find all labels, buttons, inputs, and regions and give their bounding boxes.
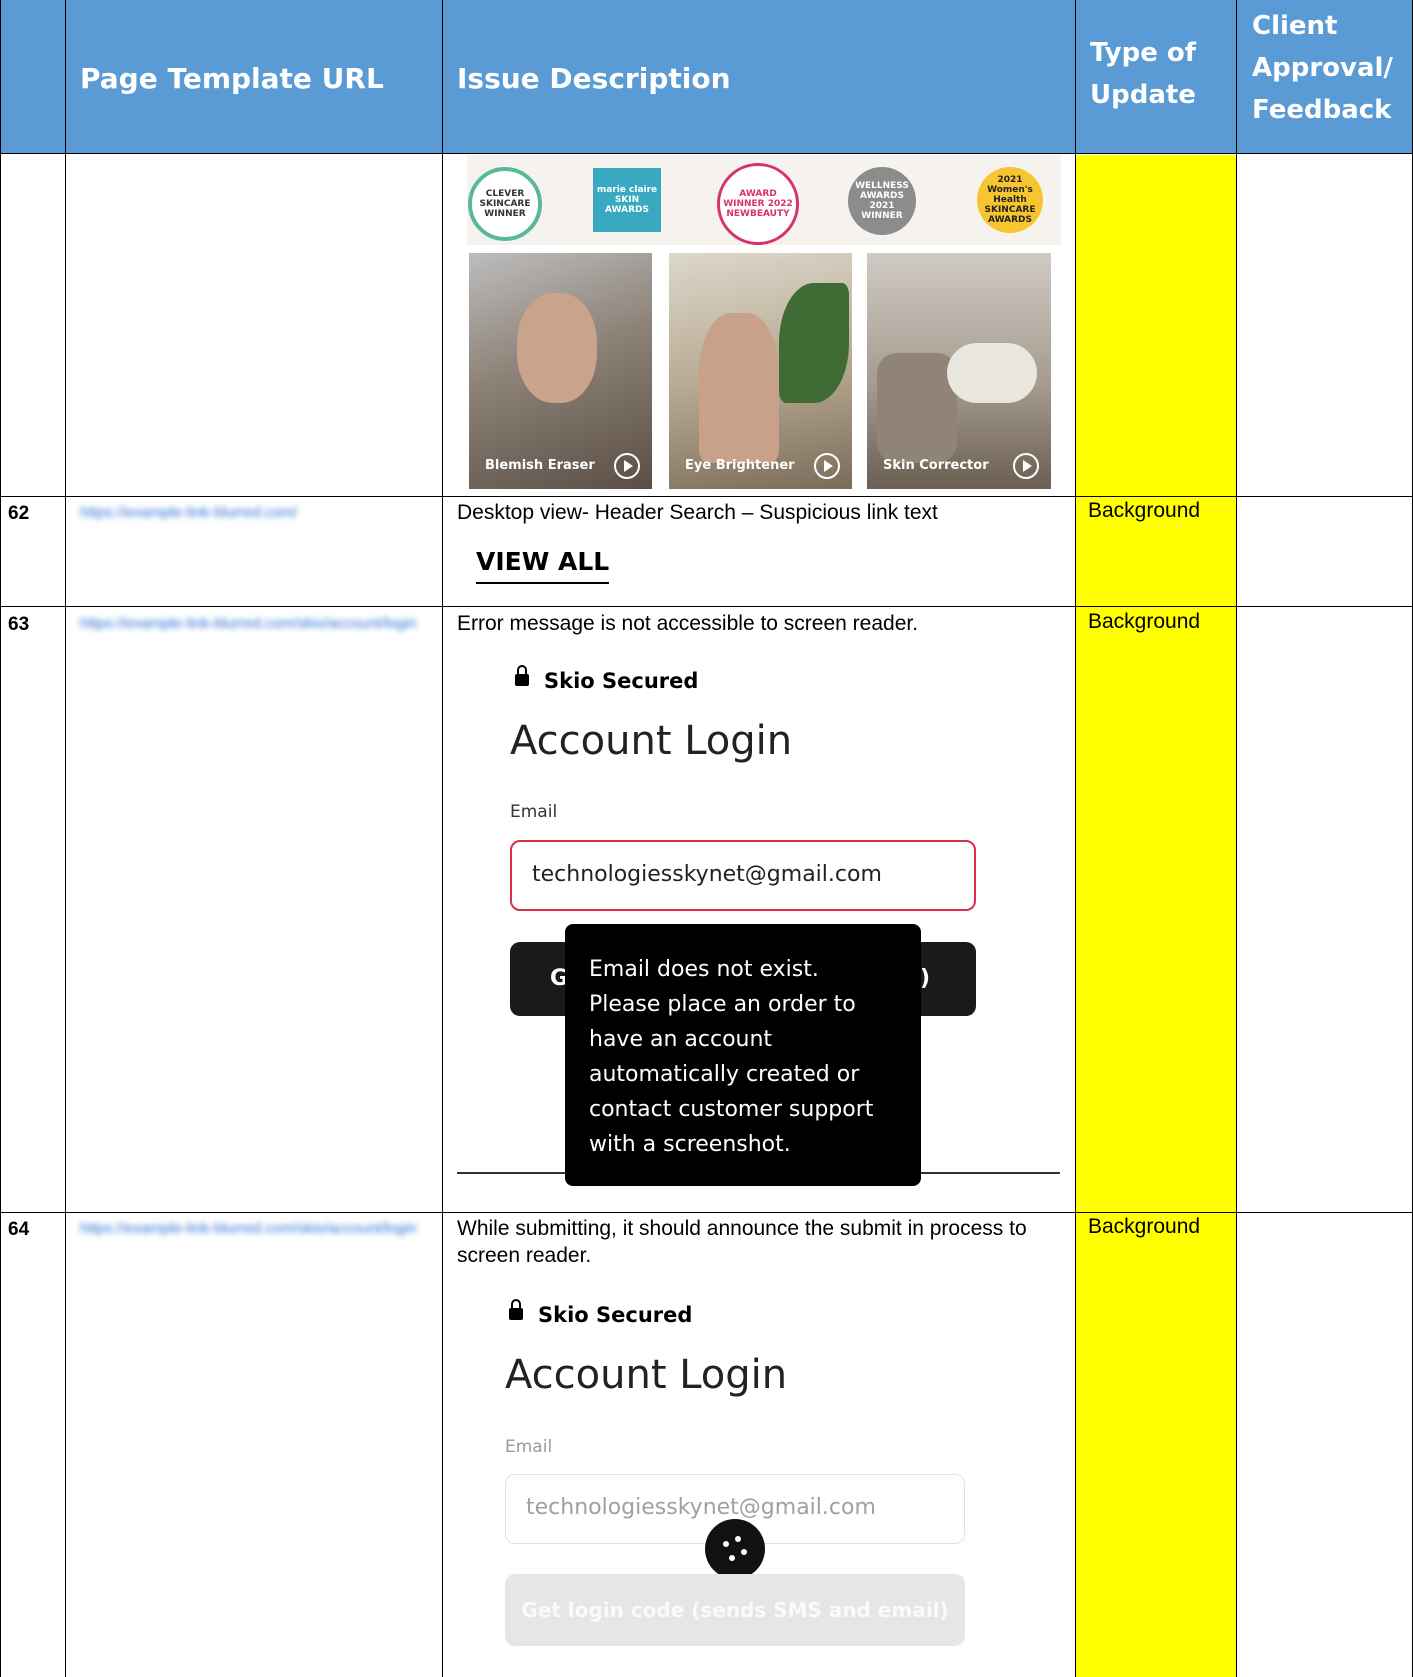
secured-label: Skio Secured	[538, 1303, 693, 1327]
grid-line	[0, 496, 1413, 497]
button-label: Get login code (sends SMS and email)	[521, 1598, 949, 1622]
grid-line	[65, 0, 66, 1677]
video-thumb-skin-corrector[interactable]: Skin Corrector	[867, 253, 1051, 489]
video-label: Skin Corrector	[883, 458, 989, 473]
header-client-approval: Client Approval/ Feedback	[1252, 11, 1393, 125]
tooltip-line: contact customer support	[589, 1097, 874, 1122]
plant-leaves	[779, 283, 849, 403]
type-of-update: Background	[1088, 610, 1201, 634]
page-url-link[interactable]: https://example-link-blurred.com/skio/ac…	[80, 1219, 420, 1239]
award-womens-health-badge: 2021 Women's Health SKINCARE AWARDS	[977, 167, 1043, 233]
spinner-dot	[735, 1536, 741, 1542]
grid-line	[442, 0, 443, 1677]
login-heading: Account Login	[505, 1352, 788, 1398]
login-heading: Account Login	[510, 718, 793, 764]
play-icon[interactable]	[814, 453, 840, 479]
model-figure	[699, 313, 779, 463]
lock-shackle	[511, 1299, 521, 1311]
secured-label: Skio Secured	[544, 669, 699, 693]
play-icon[interactable]	[614, 453, 640, 479]
video-thumb-eye-brightener[interactable]: Eye Brightener	[669, 253, 852, 489]
model-figure	[947, 343, 1037, 403]
page-url-link[interactable]: https://example-link-blurred.com/skio/ac…	[80, 614, 420, 634]
tooltip-line: have an account	[589, 1027, 773, 1052]
model-face	[517, 293, 597, 403]
awards-strip: CLEVER SKINCARE WINNER marie claire SKIN…	[467, 155, 1061, 245]
page-url-link[interactable]: https://example-link-blurred.com/	[80, 503, 330, 523]
row-number: 63	[8, 614, 30, 635]
row-number: 64	[8, 1219, 30, 1240]
tooltip-line: with a screenshot.	[589, 1132, 791, 1157]
grid-line	[0, 153, 1413, 154]
spinner-dot	[741, 1549, 747, 1555]
lock-shackle	[517, 665, 527, 677]
award-wellness-badge: WELLNESS AWARDS 2021 WINNER	[848, 167, 916, 235]
grid-line	[0, 606, 1413, 607]
grid-line	[0, 0, 1, 1677]
type-of-update: Background	[1088, 499, 1201, 523]
tooltip-line: Please place an order to	[589, 992, 856, 1017]
spinner-dot	[729, 1555, 735, 1561]
email-label: Email	[505, 1437, 553, 1457]
row-number: 62	[8, 503, 30, 524]
award-newbeauty-badge: AWARD WINNER 2022 NEWBEAUTY	[717, 163, 799, 245]
grid-line	[1075, 0, 1076, 1677]
tooltip-line: automatically created or	[589, 1062, 860, 1087]
spinner-dot	[723, 1541, 729, 1547]
award-clever-badge: CLEVER SKINCARE WINNER	[468, 167, 542, 241]
grid-line	[1236, 0, 1237, 1677]
tooltip-line: Email does not exist.	[589, 957, 819, 982]
header-issue-description: Issue Description	[457, 62, 731, 95]
header-type-of-update: Type of Update	[1090, 38, 1197, 110]
type-column-highlight	[1076, 155, 1236, 1677]
loading-spinner-icon	[705, 1519, 765, 1579]
issue-description: Desktop view- Header Search – Suspicious…	[457, 501, 938, 524]
video-label: Blemish Eraser	[485, 458, 595, 473]
header-page-template-url: Page Template URL	[80, 62, 384, 95]
issue-description: While submitting, it should announce the…	[457, 1217, 1027, 1267]
armchair	[877, 353, 957, 463]
email-value: technologiesskynet@gmail.com	[532, 862, 882, 887]
type-of-update: Background	[1088, 1215, 1201, 1239]
button-label-right: )	[920, 966, 931, 991]
email-value: technologiesskynet@gmail.com	[526, 1495, 876, 1520]
issue-description: Error message is not accessible to scree…	[457, 612, 919, 635]
error-tooltip: Email does not exist. Please place an or…	[565, 924, 921, 1186]
play-icon[interactable]	[1013, 453, 1039, 479]
email-field[interactable]: technologiesskynet@gmail.com	[510, 840, 976, 911]
video-thumb-blemish-eraser[interactable]: Blemish Eraser	[469, 253, 652, 489]
view-all-link[interactable]: VIEW ALL	[476, 547, 610, 584]
get-login-code-button[interactable]: Get login code (sends SMS and email)	[505, 1574, 965, 1646]
grid-line	[0, 1212, 1413, 1213]
video-label: Eye Brightener	[685, 458, 795, 473]
email-label: Email	[510, 802, 558, 822]
award-marie-claire-badge: marie claire SKIN AWARDS	[593, 168, 661, 232]
